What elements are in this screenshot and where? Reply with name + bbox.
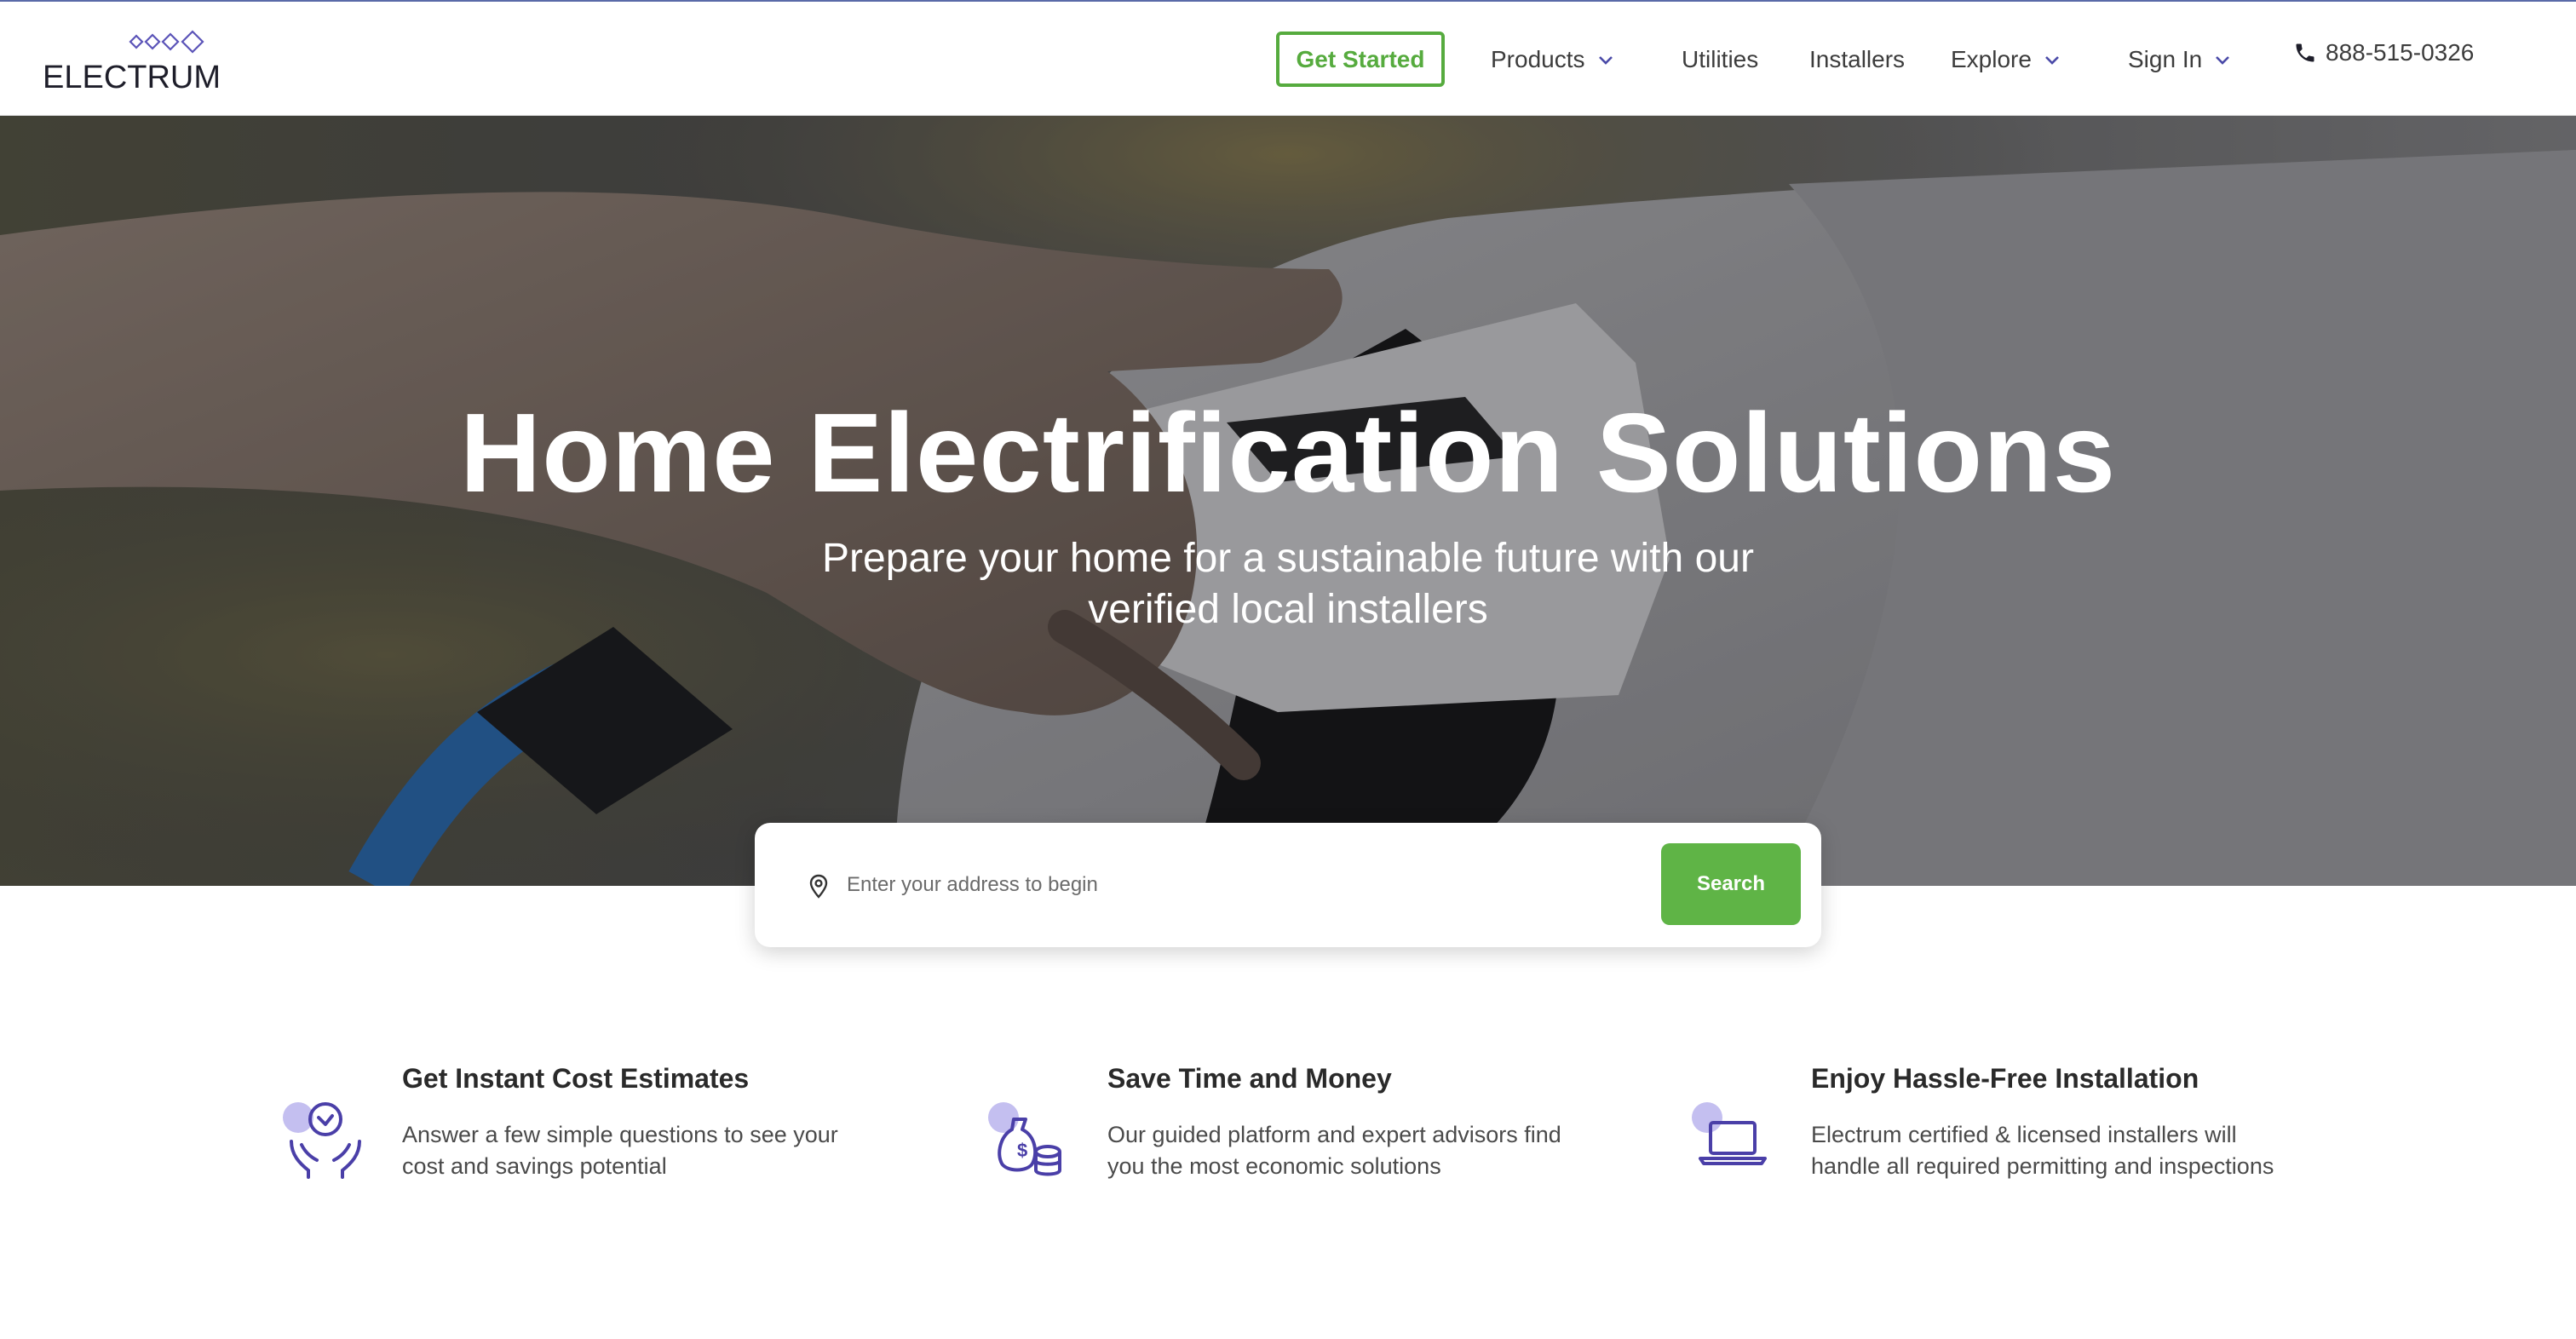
chevron-down-icon bbox=[2216, 56, 2230, 65]
address-search-box: Search bbox=[755, 823, 1821, 947]
hero-banner: Home Electrification Solutions Prepare y… bbox=[0, 116, 2576, 886]
nav-utilities[interactable]: Utilities bbox=[1682, 41, 1758, 78]
nav-utilities-label: Utilities bbox=[1682, 46, 1759, 72]
get-started-button[interactable]: Get Started bbox=[1276, 32, 1445, 87]
location-pin-icon bbox=[809, 874, 828, 899]
feature-title: Enjoy Hassle-Free Installation bbox=[1811, 1063, 2199, 1094]
nav-installers-label: Installers bbox=[1809, 46, 1906, 72]
money-bag-icon: $ bbox=[988, 1102, 1061, 1176]
feature-text: Electrum certified & licensed installers… bbox=[1811, 1122, 2274, 1179]
hero-subtitle: Prepare your home for a sustainable futu… bbox=[822, 536, 1754, 632]
hero-title: Home Electrification Solutions bbox=[459, 390, 2117, 515]
feature-save-time-money: $ Save Time and Money Our guided platfor… bbox=[985, 1063, 1581, 1199]
feature-text: Our guided platform and expert advisors … bbox=[1107, 1122, 1561, 1179]
feature-cost-estimates: Get Instant Cost Estimates Answer a few … bbox=[279, 1063, 876, 1199]
nav-explore[interactable]: Explore bbox=[1951, 41, 2061, 78]
laptop-icon bbox=[1692, 1102, 1767, 1165]
feature-title: Save Time and Money bbox=[1107, 1063, 1392, 1094]
chevron-down-icon bbox=[2045, 56, 2059, 65]
feature-hassle-free-installation: Enjoy Hassle-Free Installation Electrum … bbox=[1688, 1063, 2285, 1199]
nav-products-label: Products bbox=[1491, 46, 1585, 72]
feature-text: Answer a few simple questions to see you… bbox=[402, 1122, 838, 1179]
address-input[interactable] bbox=[847, 857, 1545, 913]
nav-sign-in-label: Sign In bbox=[2128, 46, 2203, 72]
phone-number: 888-515-0326 bbox=[2326, 39, 2475, 66]
phone-icon bbox=[2296, 43, 2314, 62]
svg-text:$: $ bbox=[1017, 1140, 1027, 1161]
site-header: ELECTRUM Get Started Products Utilities … bbox=[0, 0, 2576, 116]
feature-title: Get Instant Cost Estimates bbox=[402, 1063, 750, 1094]
nav-explore-label: Explore bbox=[1951, 46, 2032, 72]
nav-sign-in[interactable]: Sign In bbox=[2128, 41, 2231, 78]
nav-installers[interactable]: Installers bbox=[1809, 41, 1905, 78]
main-nav: Get Started Products Utilities Installer… bbox=[0, 2, 2576, 118]
phone-link[interactable]: 888-515-0326 bbox=[2293, 39, 2474, 66]
search-button[interactable]: Search bbox=[1661, 843, 1801, 925]
hands-clock-icon bbox=[283, 1102, 361, 1179]
nav-products[interactable]: Products bbox=[1491, 41, 1614, 78]
chevron-down-icon bbox=[1598, 56, 1613, 65]
